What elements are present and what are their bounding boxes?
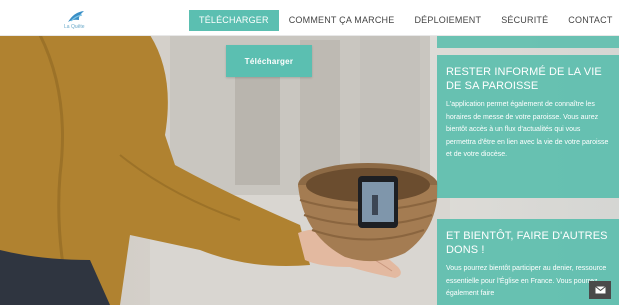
main-nav: TÉLÉCHARGER COMMENT ÇA MARCHE DÉPLOIEMEN… (189, 10, 619, 31)
mail-icon[interactable] (589, 281, 611, 299)
panel-title: ET BIENTÔT, FAIRE D'AUTRES DONS ! (446, 230, 608, 256)
panel-title: RESTER INFORMÉ DE LA VIE DE SA PAROISSE (446, 66, 602, 92)
info-panel-parish: RESTER INFORMÉ DE LA VIE DE SA PAROISSE … (437, 55, 619, 198)
logo-text: La Quête (64, 24, 85, 30)
nav-item-deploiement[interactable]: DÉPLOIEMENT (404, 10, 491, 31)
page: La Quête TÉLÉCHARGER COMMENT ÇA MARCHE D… (0, 0, 619, 305)
nav-item-comment-ca-marche[interactable]: COMMENT ÇA MARCHE (279, 10, 405, 31)
nav-item-securite[interactable]: SÉCURITÉ (491, 10, 558, 31)
panel-body: L'application permet également de connaî… (446, 101, 609, 158)
panel-top-strip (437, 36, 619, 48)
nav-item-telecharger[interactable]: TÉLÉCHARGER (189, 10, 279, 31)
nav-item-contact[interactable]: CONTACT (558, 10, 619, 31)
panel-body: Vous pourrez bientôt participer au denie… (446, 265, 607, 297)
download-button[interactable]: Télécharger (226, 45, 312, 77)
top-navigation-bar: La Quête TÉLÉCHARGER COMMENT ÇA MARCHE D… (0, 0, 619, 36)
